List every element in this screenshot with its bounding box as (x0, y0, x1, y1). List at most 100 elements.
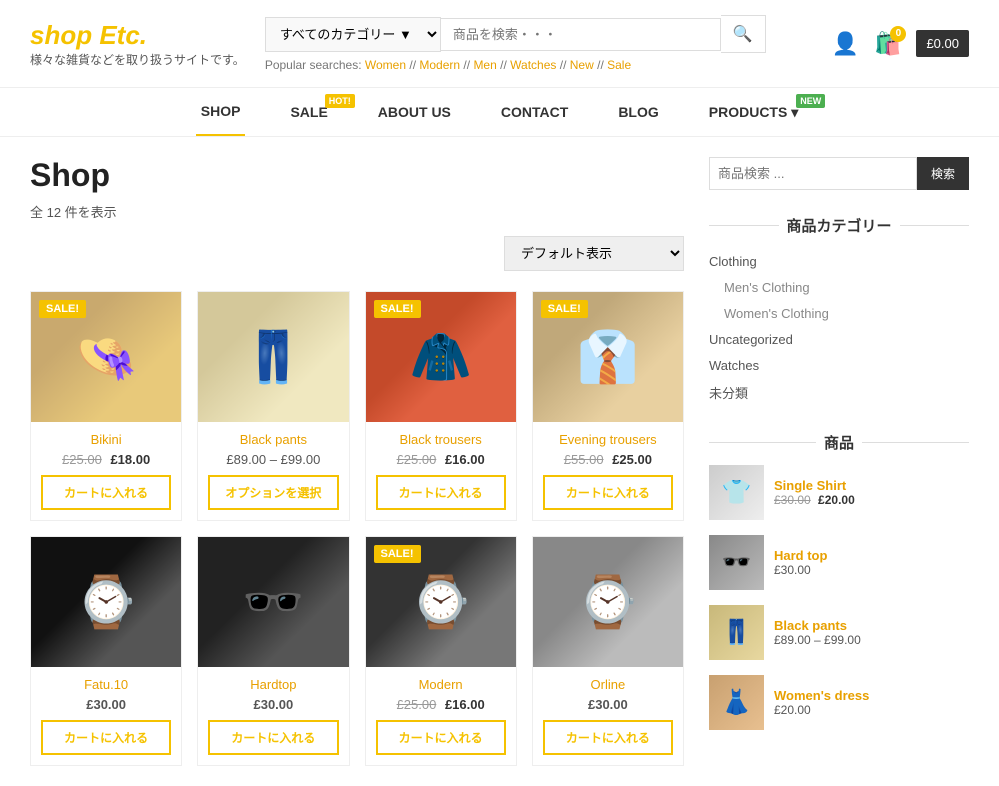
sidebar-product-black-pants: 👖 Black pants £89.00 – £99.00 (709, 605, 969, 660)
product-image-evening-trousers: SALE! 👔 (533, 292, 683, 422)
select-options-button[interactable]: オプションを選択 (208, 475, 338, 510)
product-card: SALE! 👒 Bikini £25.00 £18.00 カートに入れる (30, 291, 182, 521)
nav-item-about[interactable]: ABOUT US (373, 89, 456, 135)
product-name[interactable]: Black trousers (376, 432, 506, 447)
popular-searches: Popular searches: Women // Modern // Men… (265, 58, 812, 72)
nav-item-products[interactable]: PRODUCTS ▾ NEW (704, 89, 803, 136)
category-link-clothing[interactable]: Clothing (709, 254, 757, 269)
add-to-cart-button[interactable]: カートに入れる (41, 475, 171, 510)
sale-badge: SALE! (374, 300, 421, 318)
shop-count: 全 12 件を表示 (30, 202, 684, 221)
sidebar-product-info: Black pants £89.00 – £99.00 (774, 618, 861, 647)
sidebar-product-image-black-pants: 👖 (709, 605, 764, 660)
add-to-cart-button[interactable]: カートに入れる (543, 720, 673, 755)
product-name[interactable]: Hardtop (208, 677, 338, 692)
sort-select[interactable]: デフォルト表示 価格の安い順 価格の高い順 新着順 (504, 236, 684, 271)
nav-item-shop[interactable]: SHOP (196, 88, 246, 136)
sidebar-search-input[interactable] (709, 157, 917, 190)
account-icon-button[interactable]: 👤 (832, 31, 859, 57)
add-to-cart-button[interactable]: カートに入れる (376, 720, 506, 755)
shop-content: Shop 全 12 件を表示 デフォルト表示 価格の安い順 価格の高い順 新着順… (30, 157, 684, 766)
sidebar-product-image-single-shirt: 👕 (709, 465, 764, 520)
logo-title[interactable]: shop Etc. (30, 20, 245, 51)
add-to-cart-button[interactable]: カートに入れる (376, 475, 506, 510)
product-card: SALE! ⌚ Modern £25.00 £16.00 カートに入れる (365, 536, 517, 766)
header: shop Etc. 様々な雑貨などを取り扱うサイトです。 すべてのカテゴリー ▼… (0, 0, 999, 88)
sidebar-product-name[interactable]: Single Shirt (774, 478, 855, 493)
sidebar-product-info: Hard top £30.00 (774, 548, 827, 577)
product-name[interactable]: Bikini (41, 432, 171, 447)
product-image-bikini: SALE! 👒 (31, 292, 181, 422)
add-to-cart-button[interactable]: カートに入れる (543, 475, 673, 510)
product-price: £30.00 (208, 697, 338, 712)
product-grid: SALE! 👒 Bikini £25.00 £18.00 カートに入れる 👖 (30, 291, 684, 766)
product-image-watch: ⌚ (31, 537, 181, 667)
navigation: SHOP SALE HOT! ABOUT US CONTACT BLOG PRO… (0, 88, 999, 137)
sidebar-product-name[interactable]: Hard top (774, 548, 827, 563)
product-name[interactable]: Orline (543, 677, 673, 692)
cart-icon-button[interactable]: 🛍️ 0 (874, 31, 901, 57)
product-name[interactable]: Evening trousers (543, 432, 673, 447)
product-name[interactable]: Black pants (208, 432, 338, 447)
sidebar-categories-title: 商品カテゴリー (709, 215, 969, 236)
product-price: £89.00 – £99.00 (208, 452, 338, 467)
sidebar-products-title: 商品 (709, 432, 969, 453)
sale-badge: SALE! (541, 300, 588, 318)
sidebar-product-price: £30.00 (774, 563, 827, 577)
product-price: £30.00 (543, 697, 673, 712)
product-name[interactable]: Fatu.10 (41, 677, 171, 692)
sidebar-search-button[interactable]: 検索 (917, 157, 969, 190)
search-input[interactable] (441, 18, 721, 51)
product-image-orline: ⌚ (533, 537, 683, 667)
category-select[interactable]: すべてのカテゴリー ▼ (265, 17, 441, 52)
logo-area: shop Etc. 様々な雑貨などを取り扱うサイトです。 (30, 20, 245, 68)
sidebar-product-name[interactable]: Black pants (774, 618, 861, 633)
product-name[interactable]: Modern (376, 677, 506, 692)
sale-badge: SALE! (39, 300, 86, 318)
cart-price-button[interactable]: £0.00 (916, 30, 969, 57)
main-content: Shop 全 12 件を表示 デフォルト表示 価格の安い順 価格の高い順 新着順… (0, 137, 999, 786)
nav-item-sale[interactable]: SALE HOT! (285, 89, 332, 135)
category-link-uncategorized-jp[interactable]: 未分類 (709, 386, 748, 401)
product-card: SALE! 👔 Evening trousers £55.00 £25.00 カ… (532, 291, 684, 521)
product-card: ⌚ Orline £30.00 カートに入れる (532, 536, 684, 766)
search-button[interactable]: 🔍 (721, 15, 766, 53)
sidebar-product-info: Women's dress £20.00 (774, 688, 869, 717)
sidebar-product-name[interactable]: Women's dress (774, 688, 869, 703)
sale-badge: HOT! (325, 94, 355, 108)
product-image-black-pants: 👖 (198, 292, 348, 422)
category-link-mens[interactable]: Men's Clothing (724, 280, 810, 295)
product-card: 🕶️ Hardtop £30.00 カートに入れる (197, 536, 349, 766)
category-list: Clothing Men's Clothing Women's Clothing… (709, 248, 969, 407)
category-link-womens[interactable]: Women's Clothing (724, 306, 829, 321)
sidebar-product-hard-top: 🕶️ Hard top £30.00 (709, 535, 969, 590)
sidebar-product-info: Single Shirt £30.00 £20.00 (774, 478, 855, 507)
nav-item-blog[interactable]: BLOG (613, 89, 663, 135)
shop-title: Shop (30, 157, 684, 194)
product-price: £25.00 £16.00 (376, 697, 506, 712)
product-price: £25.00 £16.00 (376, 452, 506, 467)
product-card: ⌚ Fatu.10 £30.00 カートに入れる (30, 536, 182, 766)
sidebar-product-womens-dress: 👗 Women's dress £20.00 (709, 675, 969, 730)
add-to-cart-button[interactable]: カートに入れる (41, 720, 171, 755)
products-badge: NEW (796, 94, 825, 108)
sidebar-product-price: £30.00 £20.00 (774, 493, 855, 507)
product-image-hardtop: 🕶️ (198, 537, 348, 667)
category-link-uncategorized[interactable]: Uncategorized (709, 332, 793, 347)
logo-subtitle: 様々な雑貨などを取り扱うサイトです。 (30, 51, 245, 68)
sidebar-search-container: 検索 (709, 157, 969, 190)
add-to-cart-button[interactable]: カートに入れる (208, 720, 338, 755)
search-area: すべてのカテゴリー ▼ 🔍 Popular searches: Women //… (265, 15, 812, 72)
sidebar-product-price: £20.00 (774, 703, 869, 717)
sidebar-product-price: £89.00 – £99.00 (774, 633, 861, 647)
sidebar: 検索 商品カテゴリー Clothing Men's Clothing Women… (709, 157, 969, 766)
product-price: £25.00 £18.00 (41, 452, 171, 467)
cart-badge: 0 (890, 26, 906, 42)
nav-item-contact[interactable]: CONTACT (496, 89, 573, 135)
sale-badge: SALE! (374, 545, 421, 563)
product-image-black-trousers: SALE! 🧥 (366, 292, 516, 422)
header-icons: 👤 🛍️ 0 £0.00 (832, 30, 969, 57)
product-card: SALE! 🧥 Black trousers £25.00 £16.00 カート… (365, 291, 517, 521)
category-link-watches[interactable]: Watches (709, 358, 759, 373)
product-price: £55.00 £25.00 (543, 452, 673, 467)
